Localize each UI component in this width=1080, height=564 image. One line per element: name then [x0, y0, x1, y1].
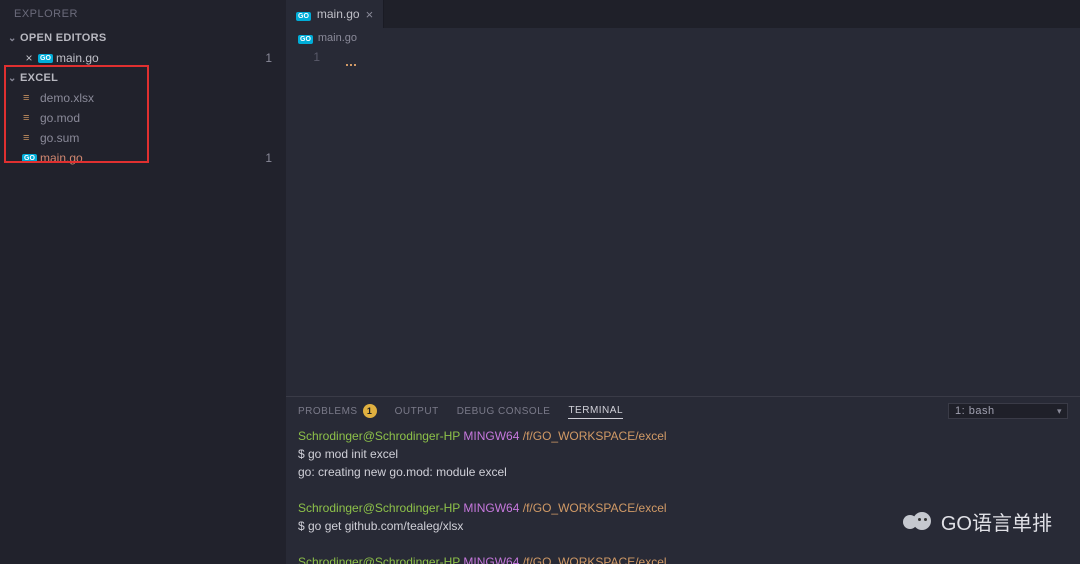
tab-output[interactable]: OUTPUT: [395, 406, 439, 417]
open-editors-label: OPEN EDITORS: [20, 32, 107, 44]
tab-problems[interactable]: PROBLEMS 1: [298, 404, 377, 418]
watermark: GO语言单排: [903, 507, 1052, 536]
file-item[interactable]: ≡ go.mod: [0, 108, 286, 128]
breadcrumb-label: main.go: [318, 32, 357, 44]
file-icon: ≡: [22, 92, 40, 104]
file-name: main.go: [56, 51, 265, 65]
open-editors-header[interactable]: ⌄ OPEN EDITORS: [0, 28, 286, 48]
tab-debug-console[interactable]: DEBUG CONSOLE: [457, 406, 551, 417]
file-name: go.sum: [40, 131, 278, 145]
tab-problems-label: PROBLEMS: [298, 406, 358, 417]
explorer-sidebar: EXPLORER ⌄ OPEN EDITORS × GO main.go 1 ⌄…: [0, 0, 286, 564]
file-item[interactable]: GO main.go 1: [0, 148, 286, 168]
breadcrumb[interactable]: GO main.go: [286, 28, 1080, 48]
file-name: go.mod: [40, 111, 278, 125]
file-item[interactable]: ≡ demo.xlsx: [0, 88, 286, 108]
editor[interactable]: 1: [286, 48, 1080, 396]
go-file-icon: GO: [296, 7, 311, 21]
project-header[interactable]: ⌄ EXCEL: [0, 68, 286, 88]
editor-tabbar: GO main.go ×: [286, 0, 1080, 28]
go-file-icon: GO: [298, 32, 313, 44]
line-gutter: 1: [286, 48, 336, 396]
terminal-selector[interactable]: 1: bash: [948, 403, 1068, 419]
panel-right-controls: 1: bash ▾: [948, 403, 1068, 419]
file-name: demo.xlsx: [40, 91, 278, 105]
file-name: main.go: [40, 151, 265, 165]
close-tab-icon[interactable]: ×: [366, 7, 374, 22]
panel-tabs: PROBLEMS 1 OUTPUT DEBUG CONSOLE TERMINAL…: [286, 397, 1080, 425]
go-file-icon: GO: [38, 54, 56, 63]
file-icon: ≡: [22, 112, 40, 124]
problems-count-badge: 1: [363, 404, 377, 418]
wechat-icon: [903, 510, 933, 534]
file-item[interactable]: ≡ go.sum: [0, 128, 286, 148]
line-number: 1: [286, 50, 320, 64]
chevron-down-icon: ⌄: [8, 33, 20, 44]
file-icon: ≡: [22, 132, 40, 144]
chevron-down-icon: ⌄: [8, 73, 20, 84]
terminal[interactable]: Schrodinger@Schrodinger-HP MINGW64 /f/GO…: [286, 425, 1080, 564]
go-file-icon: GO: [22, 154, 40, 163]
problems-badge: 1: [265, 51, 272, 65]
explorer-title: EXPLORER: [0, 0, 286, 28]
tab-terminal[interactable]: TERMINAL: [568, 405, 623, 419]
project-label: EXCEL: [20, 72, 58, 84]
warning-squiggle: [346, 64, 356, 66]
open-editor-item[interactable]: × GO main.go 1: [0, 48, 286, 68]
tab-label: main.go: [317, 7, 360, 21]
close-icon[interactable]: ×: [22, 51, 36, 65]
editor-tab[interactable]: GO main.go ×: [286, 0, 384, 28]
bottom-panel: PROBLEMS 1 OUTPUT DEBUG CONSOLE TERMINAL…: [286, 396, 1080, 564]
watermark-text: GO语言单排: [941, 507, 1052, 536]
main-area: GO main.go × GO main.go 1 PROBLEMS 1 OUT…: [286, 0, 1080, 564]
problems-badge: 1: [265, 151, 272, 165]
